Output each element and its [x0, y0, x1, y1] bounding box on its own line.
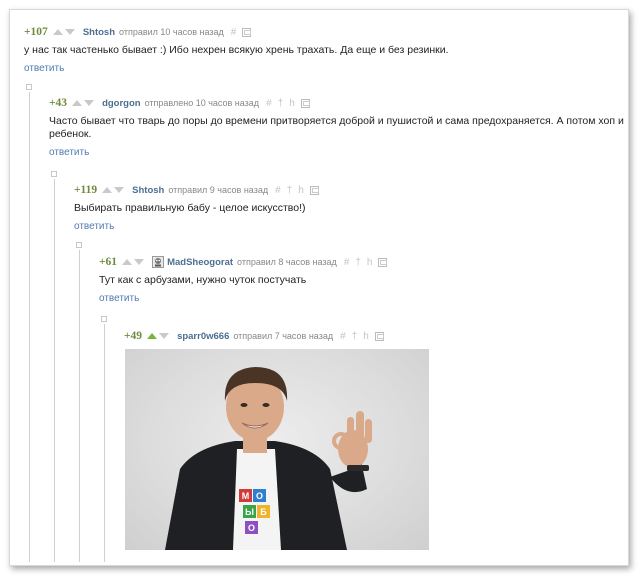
comment-rating: +49	[124, 330, 143, 342]
vote-up-icon[interactable]	[52, 29, 63, 35]
permalink-icon[interactable]: #	[275, 185, 281, 196]
comment-3: +119 Shtosh отправил 9 часов назад # † h…	[74, 182, 624, 234]
eye-right	[262, 403, 270, 407]
vote-down-icon[interactable]	[114, 187, 125, 193]
collapse-branch-icon[interactable]	[26, 84, 32, 90]
comment-1: +107 Shtosh отправил 10 часов назад # у …	[24, 24, 624, 76]
vote-down-icon[interactable]	[84, 100, 95, 106]
comment-header: +107 Shtosh отправил 10 часов назад #	[24, 24, 624, 40]
save-icon[interactable]	[242, 27, 252, 37]
comment-time: отправил 9 часов назад	[168, 185, 269, 195]
shirt-letter: М	[242, 491, 250, 501]
save-icon[interactable]	[300, 98, 310, 108]
comment-rating: +43	[49, 97, 68, 109]
reply-link[interactable]: ответить	[49, 147, 89, 158]
eye-left	[240, 403, 248, 407]
permalink-icon[interactable]: #	[344, 257, 350, 268]
reply-link[interactable]: ответить	[24, 63, 64, 74]
thread-line	[54, 179, 55, 562]
save-icon[interactable]	[374, 331, 384, 341]
comment-time: отправил 7 часов назад	[233, 331, 334, 341]
comment-rating: +61	[99, 256, 118, 268]
comment-time: отправил 8 часов назад	[237, 257, 337, 267]
save-icon[interactable]	[309, 185, 319, 195]
shirt-letter: Ы	[245, 507, 254, 517]
comment-time: отправлено 10 часов назад	[144, 98, 260, 108]
comment-rating: +119	[74, 184, 98, 196]
save-icon[interactable]	[378, 257, 388, 267]
permalink-icon[interactable]: #	[340, 331, 346, 342]
man-ok-gesture-photo: М ОЫ БО	[165, 367, 372, 550]
shirt-letter: О	[256, 491, 263, 501]
vote-up-icon[interactable]	[147, 333, 158, 339]
comment-time: отправил 10 часов назад	[119, 27, 224, 37]
shirt-letter: О	[248, 523, 255, 533]
hint-icon[interactable]: h	[363, 331, 369, 342]
hint-icon[interactable]: h	[298, 185, 304, 196]
thread-line	[104, 324, 105, 562]
comment-image: МОЫБО	[125, 349, 429, 550]
comment-5: +49 sparr0w666 отправил 7 часов назад # …	[124, 328, 624, 344]
comment-4: +61 MadSheogorat отправил 8 часов назад …	[99, 254, 624, 306]
comment-header: +119 Shtosh отправил 9 часов назад # † h	[74, 182, 624, 198]
comment-text: Часто бывает что тварь до поры до времен…	[49, 115, 624, 140]
collapse-branch-icon[interactable]	[51, 171, 57, 177]
comment-header: +61 MadSheogorat отправил 8 часов назад …	[99, 254, 624, 270]
comment-author[interactable]: MadSheogorat	[167, 257, 233, 268]
vote-down-icon[interactable]	[64, 29, 75, 35]
comment-author[interactable]: dgorgon	[102, 98, 141, 109]
parent-pin-icon[interactable]: †	[278, 98, 284, 109]
comments-frame: +107 Shtosh отправил 10 часов назад # у …	[9, 9, 629, 566]
vote-down-icon[interactable]	[159, 333, 170, 339]
permalink-icon[interactable]: #	[266, 98, 272, 109]
comment-2: +43 dgorgon отправлено 10 часов назад # …	[49, 95, 624, 160]
user-avatar-icon[interactable]	[152, 256, 165, 268]
reply-link[interactable]: ответить	[99, 293, 139, 304]
comment-text: у нас так частенько бывает :) Ибо нехрен…	[24, 44, 449, 56]
comment-author[interactable]: Shtosh	[132, 185, 164, 196]
vote-down-icon[interactable]	[134, 259, 145, 265]
comment-header: +43 dgorgon отправлено 10 часов назад # …	[49, 95, 624, 111]
permalink-icon[interactable]: #	[231, 27, 237, 38]
hint-icon[interactable]: h	[289, 98, 295, 109]
thread-line	[79, 250, 80, 562]
collapse-branch-icon[interactable]	[76, 242, 82, 248]
comment-header: +49 sparr0w666 отправил 7 часов назад # …	[124, 328, 624, 344]
vote-up-icon[interactable]	[102, 187, 113, 193]
parent-pin-icon[interactable]: †	[352, 331, 358, 342]
comment-author[interactable]: sparr0w666	[177, 331, 229, 342]
vote-up-icon[interactable]	[72, 100, 83, 106]
reply-link[interactable]: ответить	[74, 221, 114, 232]
comment-author[interactable]: Shtosh	[83, 27, 115, 38]
thread-line	[29, 92, 30, 562]
collapse-branch-icon[interactable]	[101, 316, 107, 322]
hint-icon[interactable]: h	[367, 257, 373, 268]
wristwatch	[347, 465, 369, 471]
ok-hand	[332, 411, 372, 468]
comment-text: Тут как с арбузами, нужно чуток постучат…	[99, 274, 307, 286]
comment-rating: +107	[24, 26, 48, 38]
parent-pin-icon[interactable]: †	[287, 185, 293, 196]
vote-up-icon[interactable]	[122, 259, 133, 265]
comment-text: Выбирать правильную бабу - целое искусст…	[74, 202, 306, 214]
shirt-letter: Б	[260, 507, 267, 517]
parent-pin-icon[interactable]: †	[355, 257, 361, 268]
